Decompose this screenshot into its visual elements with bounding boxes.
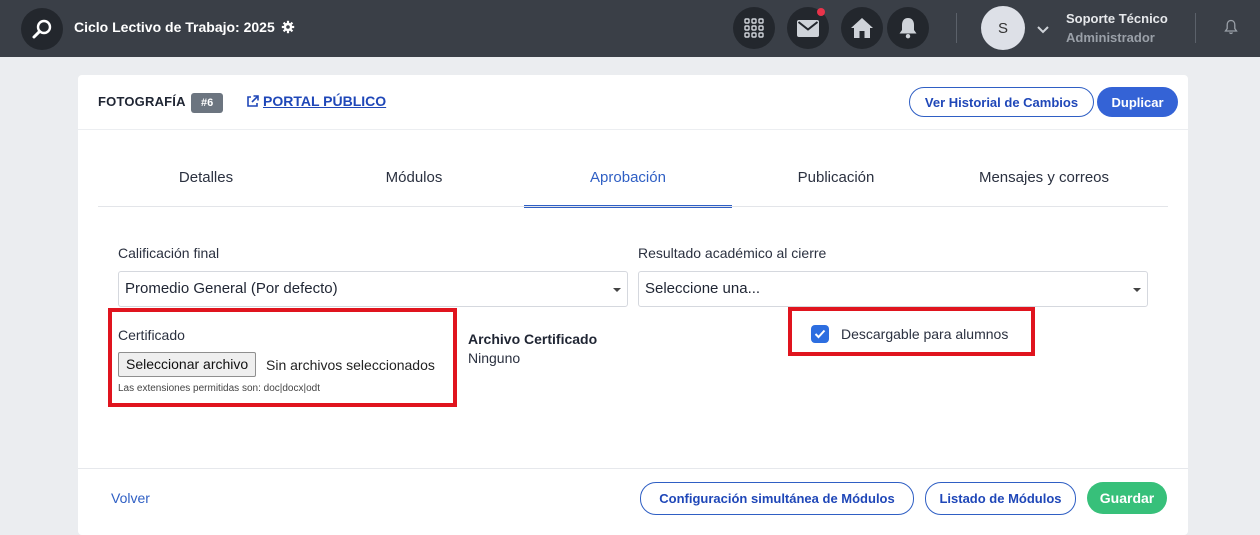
academic-result-value: Seleccione una... — [645, 280, 761, 297]
back-link[interactable]: Volver — [111, 490, 150, 506]
certificate-file-value: Ninguno — [468, 350, 521, 366]
work-cycle-title: Ciclo Lectivo de Trabajo: 2025 — [74, 19, 275, 35]
final-grade-value: Promedio General (Por defecto) — [125, 280, 338, 297]
user-name: Soporte Técnico — [1066, 11, 1168, 26]
tab-publicacion[interactable]: Publicación — [732, 163, 940, 207]
divider — [78, 129, 1188, 130]
tab-detalles[interactable]: Detalles — [102, 163, 310, 207]
course-card: FOTOGRAFÍA #6 PORTAL PÚBLICO Ver Histori… — [78, 75, 1188, 535]
academic-result-select[interactable]: Seleccione una... — [638, 271, 1148, 307]
final-grade-select[interactable]: Promedio General (Por defecto) — [118, 271, 628, 307]
chevron-down-icon[interactable] — [1037, 21, 1049, 39]
bell-outline-icon[interactable] — [1224, 19, 1238, 40]
user-role: Administrador — [1066, 30, 1155, 45]
duplicate-button[interactable]: Duplicar — [1097, 87, 1178, 117]
notifications-button[interactable] — [887, 7, 929, 49]
tab-bar: Detalles Módulos Aprobación Publicación … — [98, 163, 1168, 208]
work-cycle-selector[interactable]: Ciclo Lectivo de Trabajo: 2025 — [74, 19, 295, 35]
top-navigation-bar: Ciclo Lectivo de Trabajo: 2025 S Soporte… — [0, 0, 1260, 57]
save-button[interactable]: Guardar — [1087, 482, 1167, 514]
view-history-button[interactable]: Ver Historial de Cambios — [909, 87, 1094, 117]
messages-button[interactable] — [787, 7, 829, 49]
apps-menu-button[interactable] — [733, 7, 775, 49]
tab-aprobacion[interactable]: Aprobación — [524, 163, 732, 208]
highlight-box-certificate — [108, 308, 457, 407]
bell-icon — [899, 18, 917, 39]
apps-grid-icon — [744, 18, 764, 38]
course-title: FOTOGRAFÍA — [98, 94, 186, 109]
divider — [98, 206, 1168, 207]
home-icon — [851, 18, 873, 38]
tab-modulos[interactable]: Módulos — [310, 163, 518, 207]
certificate-file-title: Archivo Certificado — [468, 331, 598, 347]
divider — [956, 13, 957, 43]
search-button[interactable] — [21, 8, 63, 50]
gear-icon[interactable] — [281, 20, 295, 34]
divider — [78, 468, 1188, 469]
avatar-initial: S — [997, 19, 1008, 37]
tab-mensajes[interactable]: Mensajes y correos — [940, 163, 1148, 207]
mail-icon — [797, 19, 819, 37]
highlight-box-downloadable — [788, 307, 1035, 356]
public-portal-link[interactable]: PORTAL PÚBLICO — [246, 93, 386, 109]
avatar[interactable]: S — [981, 6, 1025, 50]
home-button[interactable] — [841, 7, 883, 49]
simultaneous-config-button[interactable]: Configuración simultánea de Módulos — [640, 482, 914, 515]
notification-dot — [817, 8, 825, 16]
caret-down-icon — [613, 288, 621, 292]
course-id-badge: #6 — [191, 93, 224, 113]
final-grade-label: Calificación final — [118, 245, 220, 261]
modules-list-button[interactable]: Listado de Módulos — [925, 482, 1076, 515]
public-portal-label: PORTAL PÚBLICO — [263, 93, 387, 109]
external-link-icon — [247, 94, 259, 107]
caret-down-icon — [1133, 288, 1141, 292]
academic-result-label: Resultado académico al cierre — [638, 245, 827, 261]
search-icon — [32, 19, 52, 39]
divider — [1195, 13, 1196, 43]
